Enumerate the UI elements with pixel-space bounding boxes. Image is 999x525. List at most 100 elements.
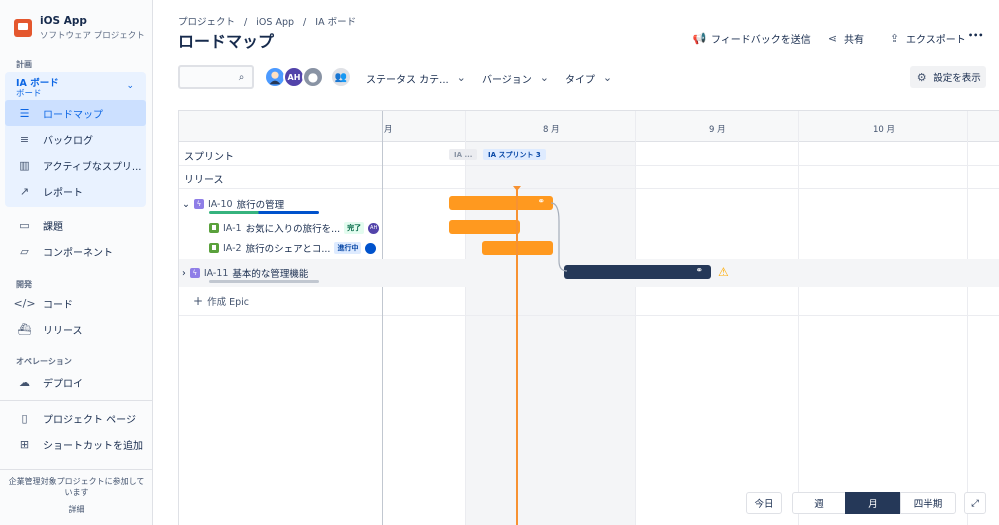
sidebar-item-issues[interactable]: ▭ 課題 [5,212,146,238]
create-epic-button[interactable]: + 作成 Epic [193,294,249,308]
sidebar-item-label: アクティブなスプリ... [43,161,142,173]
month-label: 9 月 [709,125,726,135]
breadcrumb-projects[interactable]: プロジェクト [178,17,235,28]
chevron-down-icon[interactable]: ⌄ [182,199,190,210]
board-switcher[interactable]: IA ボード ボード [16,78,59,100]
more-actions-button[interactable]: ••• [968,31,983,40]
project-logo-icon [14,19,32,37]
month-label: 8 月 [543,125,560,135]
sidebar-item-project-page[interactable]: ▯ プロジェクト ページ [5,405,146,431]
export-icon: ⇪ [889,32,900,45]
board-subtitle: ボード [16,89,42,99]
chevron-right-icon[interactable]: › [182,268,186,279]
sidebar-item-code[interactable]: </> コード [5,290,146,316]
today-marker-line [516,188,518,525]
learn-more-link[interactable]: 詳細 [0,504,152,515]
breadcrumb-board[interactable]: IA ボード [315,17,356,28]
sidebar-item-active-sprint[interactable]: ▥ アクティブなスプリ... [5,152,146,178]
search-input[interactable]: ⌕ [178,65,254,89]
feedback-label: フィードバックを送信 [711,35,811,46]
sidebar-item-roadmap[interactable]: ☰ ロードマップ [5,100,146,126]
breadcrumb: プロジェクト / iOS App / IA ボード [178,14,362,28]
month-divider [967,111,968,525]
release-row-label: リリース [184,175,224,186]
filter-type[interactable]: タイプ ⌄ [565,71,614,86]
project-header[interactable]: iOS App ソフトウェア プロジェクト [14,15,145,41]
sidebar-divider [0,400,152,401]
plus-icon: + [193,294,204,308]
share-label: 共有 [844,35,864,46]
sprint-pill-current[interactable]: IA スプリント 3 [483,149,546,160]
roadmap-timeline: 月 8 月 9 月 10 月 スプリント リリース IA ... IA スプリン… [178,110,999,525]
chevron-down-icon[interactable]: ⌄ [126,81,134,91]
component-icon: ▱ [20,244,29,258]
sidebar-footer: 企業管理対象プロジェクトに参加しています 詳細 [0,469,152,525]
sidebar-item-releases[interactable]: ⛴ リリース [5,316,146,342]
add-people-button[interactable]: 👥 [330,66,352,88]
avatar [365,242,377,254]
sidebar-item-label: デプロイ [43,378,83,390]
avatar-unassigned[interactable]: ● [302,66,324,88]
filter-version[interactable]: バージョン ⌄ [482,71,551,86]
view-settings-button[interactable]: ⚙ 設定を表示 [910,66,986,88]
epic-progress-bar [209,280,319,283]
story-row-ia-1[interactable]: IA-1 お気に入りの旅行を... 完了 AH [209,221,380,235]
sidebar-item-label: プロジェクト ページ [43,414,136,426]
share-button[interactable]: ⋖ 共有 [826,31,864,46]
epic-progress-bar [209,211,319,214]
backlog-icon: ≡ [19,132,30,146]
sidebar-item-reports[interactable]: ↗ レポート [5,178,146,204]
sidebar-item-label: コード [43,299,73,311]
feedback-button[interactable]: 📢 フィードバックを送信 [693,31,811,46]
issue-key: IA-2 [223,242,242,254]
board-title: IA ボード [16,78,59,89]
managed-project-notice: 企業管理対象プロジェクトに参加しています [8,477,145,497]
month-label: 10 月 [873,125,896,135]
issue-title: 基本的な管理機能 [232,269,309,280]
sidebar-item-label: リリース [43,325,83,337]
sidebar-item-label: レポート [43,187,83,199]
fullscreen-button[interactable]: ⤢ [964,492,986,514]
zoom-month-button[interactable]: 月 [845,492,901,514]
current-month-shade [465,111,635,525]
epic-bar-ia-11[interactable]: ⚭ [564,265,711,279]
sprint-pill-previous[interactable]: IA ... [449,149,478,160]
month-divider [798,111,799,525]
story-row-ia-2[interactable]: IA-2 旅行のシェアとコ... 進行中 [209,241,377,255]
link-icon: ⚭ [695,266,703,276]
sidebar-item-label: バックログ [43,135,93,147]
epic-row-ia-11[interactable]: › ϟ IA-11 基本的な管理機能 [182,266,309,281]
section-dev: 開発 [16,280,32,289]
sidebar-item-deploy[interactable]: ☁ デプロイ [5,369,146,395]
sidebar-item-add-shortcut[interactable]: ⊞ ショートカットを追加 [5,431,146,457]
sidebar: iOS App ソフトウェア プロジェクト 計画 IA ボード ボード ⌄ ☰ … [0,0,153,525]
breadcrumb-project[interactable]: iOS App [256,17,294,28]
expand-icon: ⤢ [971,497,979,509]
filter-label: ステータス カテ... [366,75,449,86]
search-icon: ⌕ [238,72,245,83]
issue-key: IA-11 [203,267,229,279]
export-button[interactable]: ⇪ エクスポート [888,31,966,46]
code-icon: </> [13,296,36,310]
epic-icon: ϟ [189,268,200,278]
dependency-line [550,202,568,272]
epic-bar-ia-10[interactable]: ⚭ [449,196,553,210]
filter-label: バージョン [482,75,532,86]
avatar: AH [368,222,380,234]
breadcrumb-separator: / [303,17,307,28]
story-bar-ia-1[interactable] [449,220,520,234]
sidebar-item-backlog[interactable]: ≡ バックログ [5,126,146,152]
warning-icon[interactable]: ⚠ [718,265,729,279]
sidebar-item-components[interactable]: ▱ コンポーネント [5,238,146,264]
issue-title: 旅行の管理 [236,200,285,211]
megaphone-icon: 📢 [692,32,707,45]
today-button[interactable]: 今日 [746,492,782,514]
month-label: 月 [384,125,393,135]
sliders-icon: ⚙ [916,70,927,84]
epic-row-ia-10[interactable]: ⌄ ϟ IA-10 旅行の管理 [182,197,285,212]
filter-status-category[interactable]: ステータス カテ... ⌄ [366,71,468,86]
sidebar-item-label: ショートカットを追加 [43,440,143,452]
zoom-week-button[interactable]: 週 [792,492,846,514]
zoom-quarter-button[interactable]: 四半期 [900,492,956,514]
person-icon: ● [307,70,319,84]
